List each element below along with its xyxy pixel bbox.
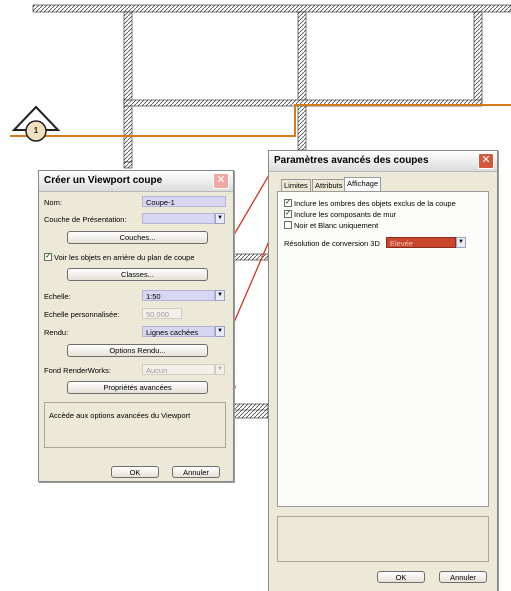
- show-behind-checkbox[interactable]: ✓: [44, 253, 52, 261]
- custom-scale-label: Echelle personnalisée:: [44, 310, 120, 319]
- advanced-properties-button[interactable]: Propriétés avancées: [67, 381, 208, 394]
- tab-limites[interactable]: Limites: [281, 179, 311, 191]
- cancel-button[interactable]: Annuler: [172, 466, 220, 478]
- name-input[interactable]: Coupe-1: [142, 196, 226, 207]
- custom-scale-input[interactable]: 50.000: [142, 308, 182, 319]
- classes-button[interactable]: Classes...: [67, 268, 208, 281]
- wall-components-label: Inclure les composants de mur: [294, 210, 397, 219]
- render-label: Rendu:: [44, 328, 69, 337]
- resolution-select[interactable]: Elevée: [386, 237, 456, 248]
- shadows-label: Inclure les ombres des objets exclus de …: [294, 199, 456, 208]
- black-white-checkbox[interactable]: [284, 221, 292, 229]
- render-options-button[interactable]: Options Rendu...: [67, 344, 208, 357]
- layers-button[interactable]: Couches...: [67, 231, 208, 244]
- wall-components-checkbox[interactable]: ✓: [284, 210, 292, 218]
- tab-attributs[interactable]: Attributs: [312, 179, 346, 191]
- help-text-box: Accède aux options avancées du Viewport: [44, 402, 226, 448]
- advanced-help-box: [277, 516, 489, 562]
- advanced-dialog-titlebar: Paramètres avancés des coupes ✕: [269, 151, 497, 172]
- wall-middle: [297, 11, 307, 151]
- viewport-dialog-title: Créer un Viewport coupe: [44, 175, 163, 186]
- chevron-down-icon[interactable]: ▼: [215, 213, 225, 224]
- chevron-down-icon[interactable]: ▼: [215, 326, 225, 337]
- viewport-dialog: Créer un Viewport coupe ✕ Nom: Coupe-1 C…: [38, 170, 234, 482]
- layer-label: Couche de Présentation:: [44, 215, 127, 224]
- chevron-down-icon[interactable]: ▼: [215, 290, 225, 301]
- shadows-checkbox[interactable]: ✓: [284, 199, 292, 207]
- chevron-down-icon[interactable]: ▼: [215, 364, 225, 375]
- close-icon[interactable]: ✕: [213, 173, 229, 189]
- help-text: Accède aux options avancées du Viewport: [49, 411, 191, 420]
- cancel-button[interactable]: Annuler: [439, 571, 487, 583]
- chevron-down-icon[interactable]: ▼: [456, 237, 466, 248]
- resolution-label: Résolution de conversion 3D: [284, 239, 380, 248]
- section-line: [10, 104, 511, 137]
- show-behind-label: Voir les objets en arrière du plan de co…: [54, 253, 195, 262]
- scale-label: Echelle:: [44, 292, 71, 301]
- advanced-dialog: Paramètres avancés des coupes ✕ Limites …: [268, 150, 498, 591]
- wall-top: [32, 4, 511, 13]
- layer-select[interactable]: [142, 213, 215, 224]
- renderworks-bg-label: Fond RenderWorks:: [44, 366, 111, 375]
- advanced-dialog-title: Paramètres avancés des coupes: [274, 155, 429, 166]
- renderworks-bg-select[interactable]: Aucun: [142, 364, 215, 375]
- viewport-dialog-titlebar: Créer un Viewport coupe ✕: [39, 171, 233, 192]
- affichage-panel: ✓ Inclure les ombres des objets exclus d…: [277, 191, 489, 507]
- close-icon[interactable]: ✕: [478, 153, 494, 169]
- wall-right: [473, 11, 483, 103]
- wall-left-lower: [123, 161, 133, 169]
- name-label: Nom:: [44, 198, 62, 207]
- wall-left: [123, 11, 133, 163]
- scale-select[interactable]: 1:50: [142, 290, 215, 301]
- ok-button[interactable]: OK: [377, 571, 425, 583]
- section-marker-number: 1: [33, 126, 39, 135]
- ok-button[interactable]: OK: [111, 466, 159, 478]
- wall-lower-stub-2: [231, 403, 269, 419]
- render-select[interactable]: Lignes cachées: [142, 326, 215, 337]
- black-white-label: Noir et Blanc uniquement: [294, 221, 379, 230]
- tab-affichage[interactable]: Affichage: [344, 177, 382, 191]
